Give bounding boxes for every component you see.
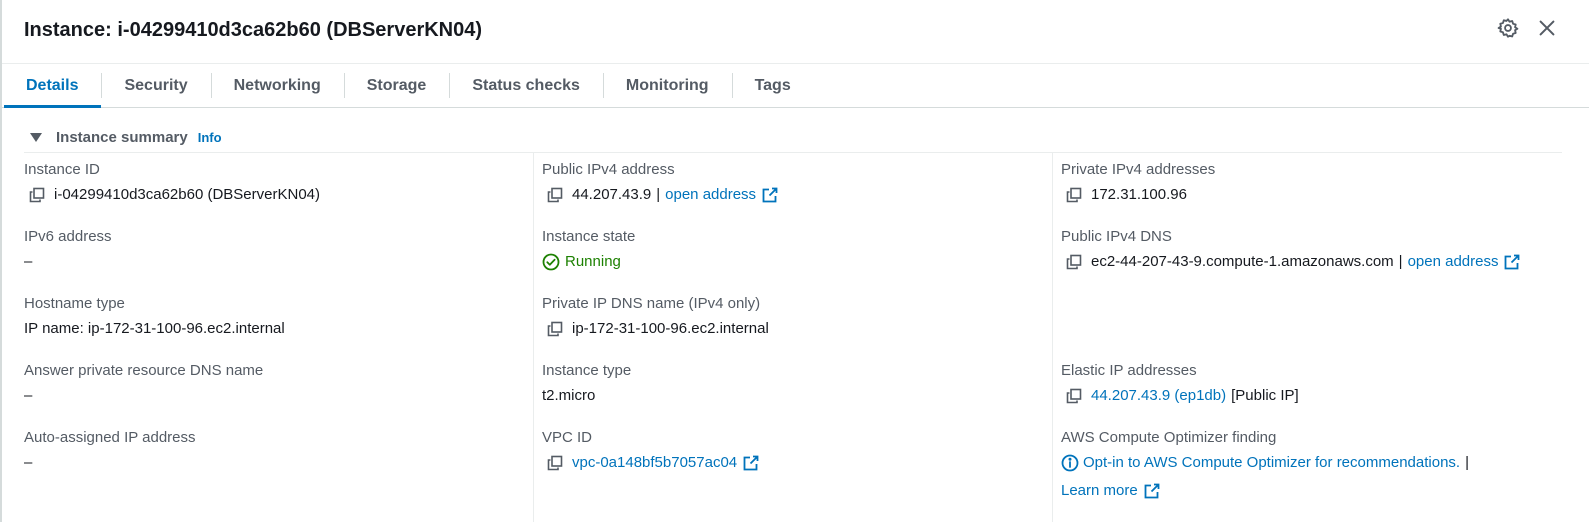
field-label: Private IP DNS name (IPv4 only)	[542, 295, 761, 312]
vpc-id-link[interactable]: vpc-0a148bf5b7057ac04	[572, 452, 737, 474]
field-value: –	[24, 454, 33, 471]
copy-icon[interactable]	[547, 187, 563, 203]
close-icon[interactable]	[1536, 17, 1558, 39]
caret-down-icon[interactable]	[30, 132, 42, 142]
field-private-ipv4: Private IPv4 addresses 172.31.100.96	[1061, 161, 1215, 206]
field-value: 44.207.43.9	[572, 186, 652, 203]
instance-summary-header[interactable]: Instance summary Info	[24, 126, 222, 148]
field-value: t2.micro	[542, 387, 596, 404]
copy-icon[interactable]	[1066, 254, 1082, 270]
copy-icon[interactable]	[547, 455, 563, 471]
separator: |	[656, 186, 661, 203]
external-link-icon[interactable]	[762, 187, 778, 203]
tab-security[interactable]: Security	[102, 64, 210, 107]
info-link[interactable]: Info	[198, 130, 222, 145]
column-divider	[533, 153, 534, 522]
field-instance-type: Instance type t2.micro	[542, 362, 631, 407]
field-vpc-id: VPC ID vpc-0a148bf5b7057ac04	[542, 429, 759, 474]
field-label: Public IPv4 DNS	[1061, 228, 1172, 245]
field-label: Instance type	[542, 362, 632, 379]
open-address-link[interactable]: open address	[1408, 251, 1499, 273]
optimizer-opt-in-link[interactable]: Opt-in to AWS Compute Optimizer for reco…	[1083, 452, 1460, 474]
tab-tags[interactable]: Tags	[733, 64, 814, 107]
field-value: IP name: ip-172-31-100-96.ec2.internal	[24, 320, 285, 337]
field-label: Hostname type	[24, 295, 125, 312]
tab-details[interactable]: Details	[4, 64, 102, 108]
field-compute-optimizer: AWS Compute Optimizer finding Opt-in to …	[1061, 429, 1474, 502]
field-value: ec2-44-207-43-9.compute-1.amazonaws.com	[1091, 253, 1394, 270]
field-label: Private IPv4 addresses	[1061, 161, 1216, 178]
field-value: –	[24, 253, 33, 270]
copy-icon[interactable]	[1066, 187, 1082, 203]
field-answer-dns: Answer private resource DNS name –	[24, 362, 263, 407]
field-label: Instance ID	[24, 161, 100, 178]
tab-storage[interactable]: Storage	[345, 64, 450, 107]
detail-tabs: Details Security Networking Storage Stat…	[2, 64, 1589, 108]
separator: |	[1465, 454, 1469, 471]
field-label: Elastic IP addresses	[1061, 362, 1197, 379]
field-label: Instance state	[542, 228, 636, 245]
field-label: Auto-assigned IP address	[24, 429, 196, 446]
field-elastic-ip: Elastic IP addresses 44.207.43.9 (ep1db)…	[1061, 362, 1299, 407]
tab-status-checks[interactable]: Status checks	[450, 64, 603, 107]
field-hostname-type: Hostname type IP name: ip-172-31-100-96.…	[24, 295, 285, 340]
page-title: Instance: i-04299410d3ca62b60 (DBServerK…	[24, 19, 483, 41]
field-public-ipv4: Public IPv4 address 44.207.43.9 | open a…	[542, 161, 778, 206]
status-running: Running	[565, 253, 621, 270]
external-link-icon[interactable]	[743, 455, 759, 471]
field-value: 172.31.100.96	[1091, 186, 1187, 203]
column-divider	[1052, 153, 1053, 522]
field-value: ip-172-31-100-96.ec2.internal	[572, 320, 769, 337]
learn-more-link[interactable]: Learn more	[1061, 480, 1138, 502]
copy-icon[interactable]	[29, 187, 45, 203]
field-label: IPv6 address	[24, 228, 112, 245]
field-instance-state: Instance state Running	[542, 228, 635, 273]
field-value: –	[24, 387, 33, 404]
separator: |	[1398, 253, 1403, 270]
tab-networking[interactable]: Networking	[212, 64, 344, 107]
gear-icon[interactable]	[1497, 17, 1519, 39]
external-link-icon[interactable]	[1144, 483, 1160, 499]
field-instance-id: Instance ID i-04299410d3ca62b60 (DBServe…	[24, 161, 320, 206]
field-private-dns: Private IP DNS name (IPv4 only) ip-172-3…	[542, 295, 769, 340]
divider	[24, 152, 1562, 153]
field-label: Answer private resource DNS name	[24, 362, 264, 379]
field-label: VPC ID	[542, 429, 593, 446]
field-value: [Public IP]	[1231, 387, 1299, 404]
tab-monitoring[interactable]: Monitoring	[604, 64, 732, 107]
field-label: Public IPv4 address	[542, 161, 675, 178]
open-address-link[interactable]: open address	[665, 184, 756, 206]
section-title: Instance summary	[56, 128, 188, 146]
field-auto-assigned-ip: Auto-assigned IP address –	[24, 429, 196, 474]
field-public-dns: Public IPv4 DNS ec2-44-207-43-9.compute-…	[1061, 228, 1520, 273]
check-circle-icon	[542, 253, 560, 271]
panel-header: Instance: i-04299410d3ca62b60 (DBServerK…	[2, 0, 1589, 64]
field-label: AWS Compute Optimizer finding	[1061, 429, 1277, 446]
elastic-ip-link[interactable]: 44.207.43.9 (ep1db)	[1091, 385, 1226, 407]
info-circle-icon	[1061, 454, 1079, 472]
copy-icon[interactable]	[1066, 388, 1082, 404]
field-value: i-04299410d3ca62b60 (DBServerKN04)	[54, 186, 321, 203]
external-link-icon[interactable]	[1504, 254, 1520, 270]
copy-icon[interactable]	[547, 321, 563, 337]
field-ipv6-address: IPv6 address –	[24, 228, 112, 273]
